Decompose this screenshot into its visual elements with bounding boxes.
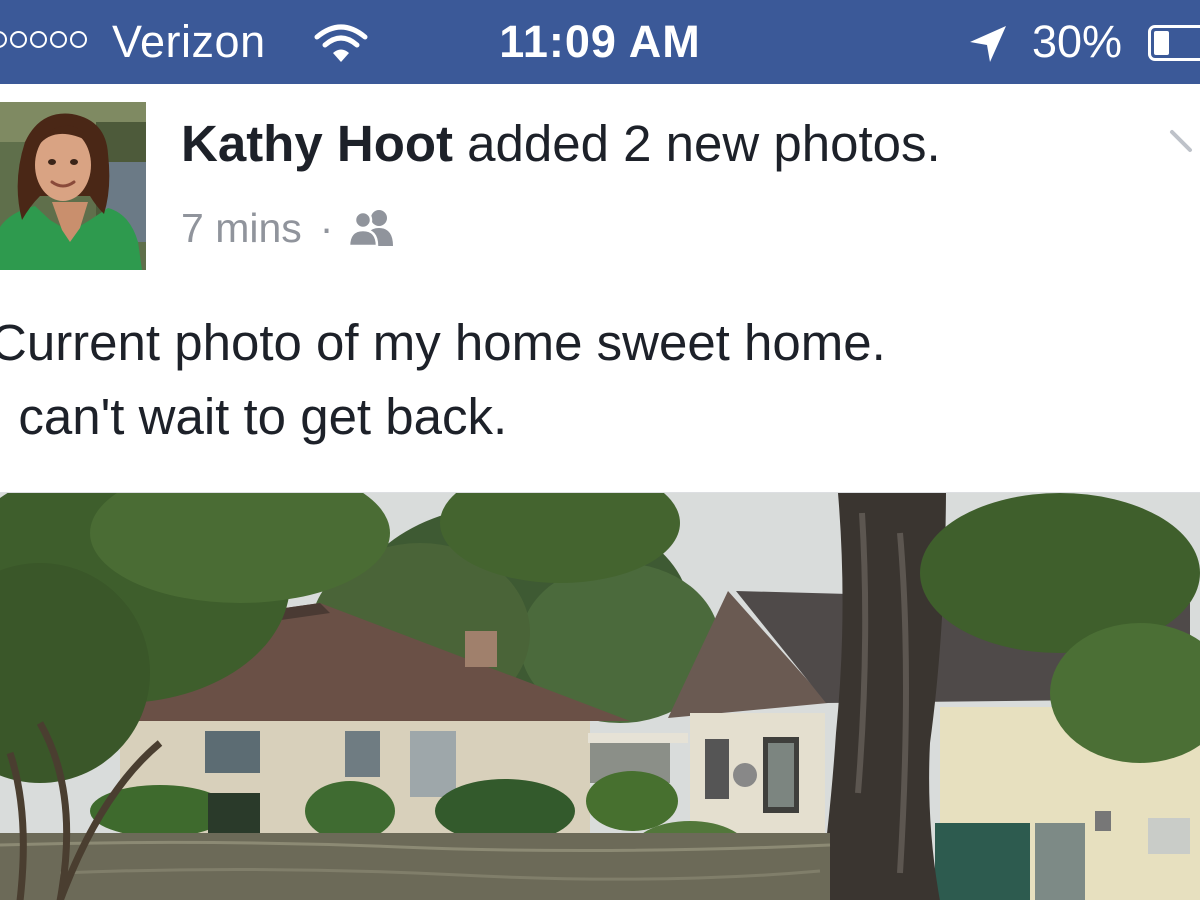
battery-icon — [1148, 25, 1200, 61]
phone-screen: Verizon 11:09 AM 30% Kathy Hoot added 2 … — [0, 0, 1200, 900]
post-timestamp[interactable]: 7 mins — [181, 200, 302, 256]
location-arrow-icon — [970, 26, 1006, 62]
flooded-house-photo — [0, 493, 1200, 900]
meta-separator: · — [319, 205, 334, 251]
post-photo[interactable] — [0, 492, 1200, 900]
author-name[interactable]: Kathy Hoot — [181, 115, 453, 172]
clock: 11:09 AM — [499, 16, 701, 67]
author-avatar[interactable] — [0, 102, 146, 270]
avatar-image — [0, 102, 146, 270]
post-message-line-1: Current photo of my home sweet home. — [0, 314, 886, 371]
post-action: added 2 new photos. — [452, 115, 941, 172]
battery-level — [1154, 31, 1169, 55]
post-meta: 7 mins · — [181, 200, 397, 256]
chevron-down-icon[interactable] — [1168, 122, 1200, 162]
battery-percentage: 30% — [1032, 16, 1123, 67]
post-message-line-2: I can't wait to get back. — [0, 388, 508, 445]
post-message: Current photo of my home sweet home. I c… — [0, 306, 1180, 454]
friends-icon[interactable] — [347, 208, 397, 248]
status-bar: Verizon 11:09 AM 30% — [0, 0, 1200, 84]
post-headline: Kathy Hoot added 2 new photos. — [181, 112, 941, 176]
